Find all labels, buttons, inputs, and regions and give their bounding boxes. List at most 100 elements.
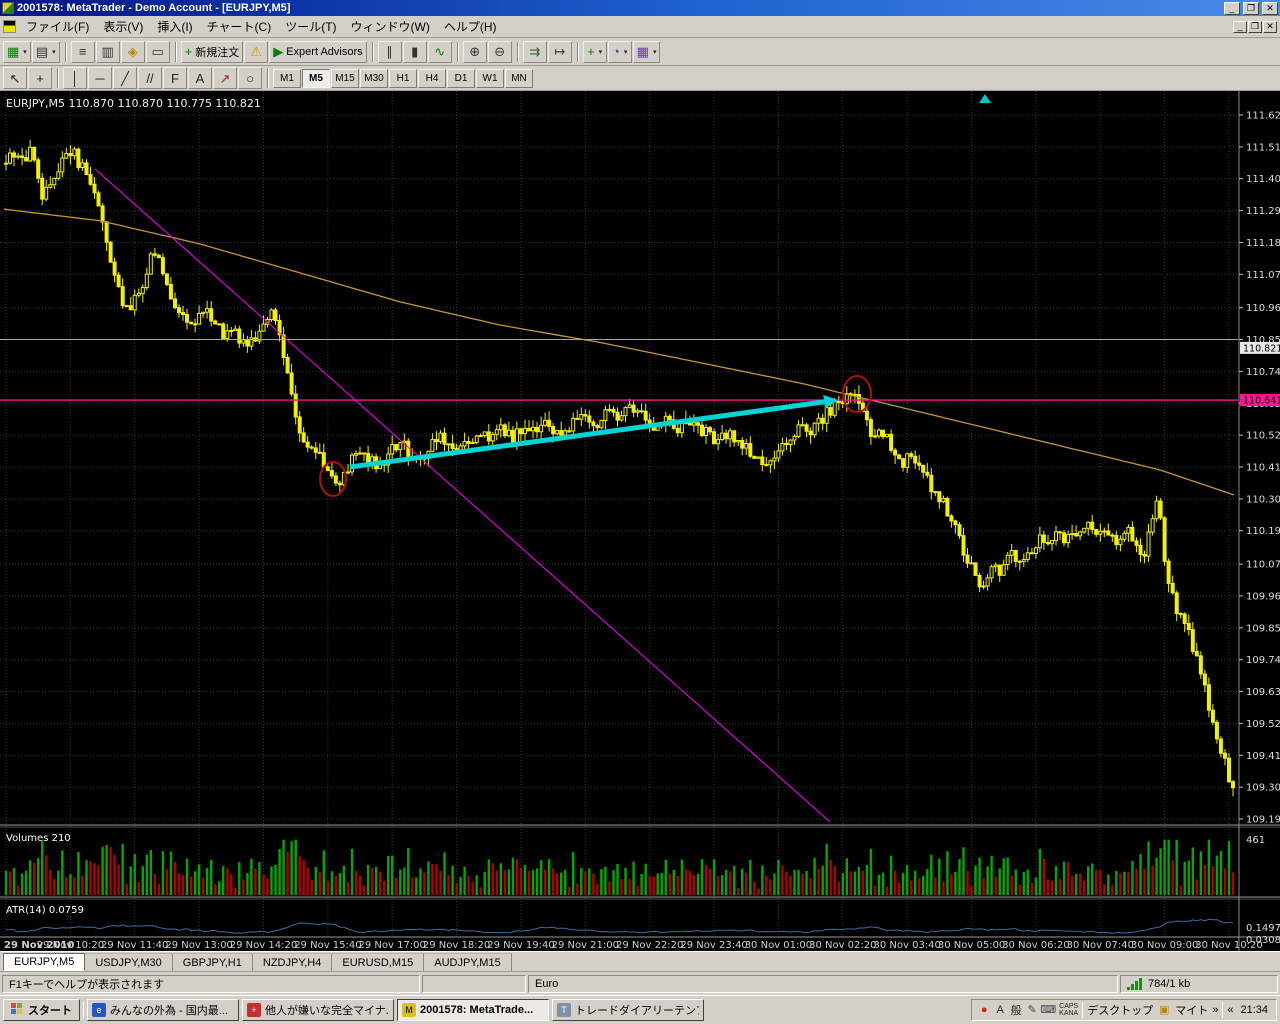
profiles-button[interactable]: ▤▾ [32,41,60,63]
menu-tools[interactable]: ツール(T) [278,16,343,37]
pen-input-icon[interactable]: ✎ [1025,1003,1039,1017]
chart-tab-nzdjpy[interactable]: NZDJPY,H4 [253,953,332,971]
navigator-button[interactable]: ◈ [121,41,145,63]
taskbar-button[interactable]: Tトレードダイアリーテンプレー... [552,999,704,1021]
task-buttons: eみんなの外為 - 国内最...+他人が嫌いな完全マイナ...M2001578:… [87,999,704,1021]
dropdown-arrow-icon: ▾ [52,48,56,56]
market-watch-button[interactable]: ≡ [71,41,95,63]
recorder-icon[interactable]: ● [977,1003,991,1017]
ime-kanji-indicator[interactable]: 般 [1009,1003,1023,1017]
timeframe-w1-button[interactable]: W1 [476,69,504,88]
auto-scroll-button[interactable]: ⇉ [523,41,547,63]
svg-text:Volumes 210: Volumes 210 [6,833,71,844]
start-button[interactable]: スタート [3,999,80,1021]
folder-icon: ▣ [1157,1003,1171,1017]
ime-mode-indicator[interactable]: A [993,1003,1007,1017]
svg-text:0.1497: 0.1497 [1246,923,1280,934]
menu-insert[interactable]: 挿入(I) [150,16,199,37]
timeframe-h1-button[interactable]: H1 [389,69,417,88]
cursor-button[interactable]: ↖ [3,67,27,89]
svg-text:110.190: 110.190 [1246,526,1280,537]
text-button[interactable]: A [188,67,212,89]
timeframe-m5-button[interactable]: M5 [302,69,330,88]
folder-toolbar-label[interactable]: マイト [1175,1002,1208,1018]
channel-icon: // [146,72,153,85]
mdi-restore-button[interactable]: ❐ [1248,21,1262,33]
collapse-tray-icon[interactable]: « [1227,1004,1233,1016]
chart-line-button[interactable]: ∿ [428,41,452,63]
svg-text:29 Nov 17:00: 29 Nov 17:00 [358,940,425,951]
keyboard-icon[interactable]: ⌨ [1041,1003,1055,1017]
chart-tab-eurjpy[interactable]: EURJPY,M5 [3,953,85,971]
terminal-button[interactable]: ▭ [146,41,170,63]
svg-text:461: 461 [1246,835,1265,846]
chart-shift-button[interactable]: ↦ [548,41,572,63]
svg-text:EURJPY,M5 110.870 110.870 110: EURJPY,M5 110.870 110.870 110.775 110.82… [6,97,261,110]
tray-divider-2 [1222,1002,1223,1018]
connection-bars-icon [1127,978,1142,990]
horizontal-line-icon: ─ [95,72,104,85]
svg-text:109.745: 109.745 [1246,655,1280,666]
timeframe-d1-button[interactable]: D1 [447,69,475,88]
taskbar-button[interactable]: +他人が嫌いな完全マイナ... [242,999,394,1021]
desktop-toolbar-label[interactable]: デスクトップ [1087,1002,1153,1018]
indicators-button[interactable]: +▾ [583,41,607,63]
timeframe-mn-button[interactable]: MN [505,69,533,88]
svg-text:29 Nov 23:40: 29 Nov 23:40 [680,940,747,951]
menu-file[interactable]: ファイル(F) [19,16,96,37]
templates-button[interactable]: ▦▾ [633,41,661,63]
timeframe-m15-button[interactable]: M15 [331,69,359,88]
ellipse-button[interactable]: ○ [238,67,262,89]
chart-candles-button[interactable]: ▮ [403,41,427,63]
menu-charts[interactable]: チャート(C) [200,16,279,37]
taskbar-button[interactable]: M2001578: MetaTrade... [397,999,549,1021]
timeframe-h4-button[interactable]: H4 [418,69,446,88]
periods-button[interactable]: ◔▾ [608,41,632,63]
trendline-button[interactable]: ╱ [113,67,137,89]
timeframe-m1-button[interactable]: M1 [273,69,301,88]
new-chart-icon: ▦ [7,45,19,58]
zoom-in-button[interactable]: ⊕ [463,41,487,63]
crosshair-button[interactable]: + [28,67,52,89]
mdi-minimize-button[interactable]: _ [1233,21,1247,33]
clock[interactable]: 21:34 [1237,1004,1271,1016]
chevron-more-icon[interactable]: » [1212,1004,1218,1016]
new-order-icon: + [185,45,193,58]
chart-tab-gbpjpy[interactable]: GBPJPY,H1 [173,953,253,971]
menu-window[interactable]: ウィンドウ(W) [344,16,437,37]
new-chart-button[interactable]: ▦▾ [3,41,31,63]
data-window-button[interactable]: ▥ [96,41,120,63]
zoom-out-button[interactable]: ⊖ [488,41,512,63]
status-spacer-panel [422,975,526,993]
timeframe-m30-button[interactable]: M30 [360,69,388,88]
taskbar-button[interactable]: eみんなの外為 - 国内最... [87,999,239,1021]
svg-text:111.295: 111.295 [1246,206,1280,217]
expert-advisors-button[interactable]: ▶Expert Advisors [269,41,366,63]
chart-tab-eurusd[interactable]: EURUSD,M15 [332,953,424,971]
alerts-button[interactable]: ⚠ [244,41,268,63]
horizontal-line-button[interactable]: ─ [88,67,112,89]
chart-tab-usdjpy[interactable]: USDJPY,M30 [85,953,172,971]
drawing-tools-group: ↖+ │ ─ ╱ // FA↗○ [3,67,273,89]
chart-tab-audjpy[interactable]: AUDJPY,M15 [424,953,511,971]
close-button[interactable]: ✕ [1262,2,1278,15]
svg-text:30 Nov 06:20: 30 Nov 06:20 [1002,940,1069,951]
status-help-text: F1キーでヘルプが表示されます [2,975,420,993]
fibonacci-button[interactable]: F [163,67,187,89]
price-chart-svg[interactable]: 111.625111.515111.405111.295111.185111.0… [0,91,1280,951]
chart-area[interactable]: 111.625111.515111.405111.295111.185111.0… [0,91,1280,951]
channel-button[interactable]: // [138,67,162,89]
chart-tabs: EURJPY,M5USDJPY,M30GBPJPY,H1NZDJPY,H4EUR… [0,951,1280,971]
mdi-close-button[interactable]: ✕ [1263,21,1277,33]
minimize-button[interactable]: _ [1224,2,1240,15]
timeframes-group: M1M5M15M30H1H4D1W1MN [273,69,534,88]
svg-text:111.515: 111.515 [1246,142,1280,153]
indicators-icon: + [587,45,595,58]
chart-bars-button[interactable]: ∥ [378,41,402,63]
vertical-line-button[interactable]: │ [63,67,87,89]
maximize-button[interactable]: ❐ [1243,2,1259,15]
menu-help[interactable]: ヘルプ(H) [437,16,504,37]
menu-view[interactable]: 表示(V) [96,16,150,37]
new-order-button[interactable]: +新規注文 [181,41,244,63]
arrows-button[interactable]: ↗ [213,67,237,89]
